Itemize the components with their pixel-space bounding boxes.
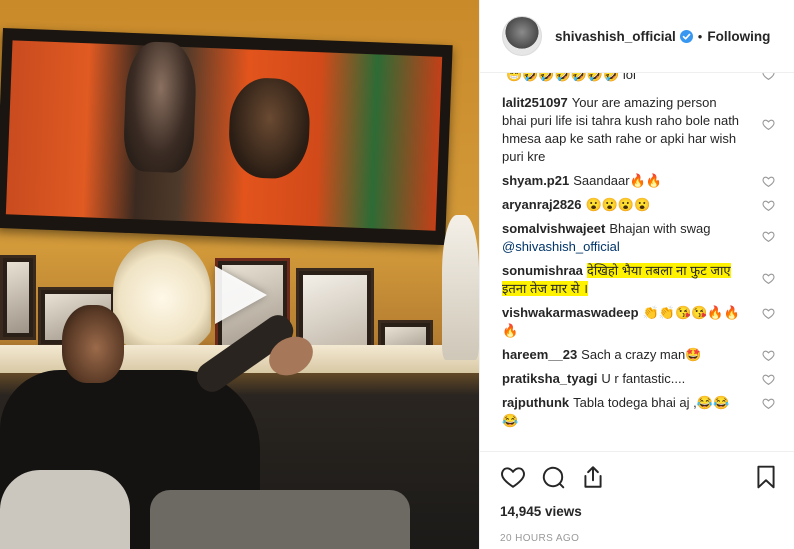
play-icon[interactable]	[207, 262, 273, 328]
comment: vishwakarmaswadeep 👏👏😘😘🔥🔥🔥	[502, 304, 779, 340]
action-icons	[500, 462, 779, 492]
verified-badge-icon	[679, 29, 693, 43]
peacock-sculpture	[113, 238, 211, 348]
comment-text: 😁🤣🤣🤣🤣🤣🤣 lol	[506, 73, 636, 82]
comment-username[interactable]: vishwakarmaswadeep	[502, 305, 639, 320]
wall-painting	[0, 28, 453, 246]
photo-frame	[0, 255, 36, 340]
separator-dot: •	[697, 28, 703, 44]
heart-icon[interactable]	[762, 272, 775, 285]
comment-username[interactable]: hareem__23	[502, 347, 577, 362]
comment: pratiksha_tyagi U r fantastic....	[502, 370, 779, 388]
comment: shyam.p21 Saandaar🔥🔥	[502, 172, 779, 190]
comment: lalit251097 Your are amazing person bhai …	[502, 94, 779, 166]
heart-icon[interactable]	[762, 230, 775, 243]
comment-list[interactable]: 😁🤣🤣🤣🤣🤣🤣 lol lalit251097 Your are amazing …	[480, 73, 794, 451]
post-timestamp[interactable]: 20 HOURS AGO	[500, 533, 779, 544]
comment: hareem__23 Sach a crazy man🤩	[502, 346, 779, 364]
heart-icon[interactable]	[762, 307, 775, 320]
person-head	[62, 305, 124, 383]
comment-username[interactable]: sonumishraa	[502, 263, 583, 278]
comment-text: 😮😮😮😮	[585, 197, 651, 212]
comment: aryanraj2826 😮😮😮😮	[502, 196, 779, 214]
comment: rajputhunk Tabla todega bhai aj ,😂😂😂	[502, 394, 779, 430]
comment: 😁🤣🤣🤣🤣🤣🤣 lol	[502, 73, 779, 84]
foreground-knee	[0, 470, 130, 549]
comment-username[interactable]: lalit251097	[502, 95, 568, 110]
heart-icon[interactable]	[762, 199, 775, 212]
comment-username[interactable]: pratiksha_tyagi	[502, 371, 597, 386]
comment-text: Sach a crazy man🤩	[581, 347, 702, 362]
heart-icon[interactable]	[762, 349, 775, 362]
view-count[interactable]: 14,945 views	[500, 504, 779, 519]
heart-icon[interactable]	[762, 175, 775, 188]
statue	[442, 215, 479, 360]
heart-icon[interactable]	[762, 397, 775, 410]
post-header: shivashish_official • Following	[480, 0, 794, 73]
comment-text: U r fantastic....	[601, 371, 686, 386]
comment-username[interactable]: rajputhunk	[502, 395, 569, 410]
comment-text: Bhajan with swag	[609, 221, 711, 236]
share-icon[interactable]	[580, 464, 606, 490]
comment-username[interactable]: aryanraj2826	[502, 197, 582, 212]
heart-icon[interactable]	[500, 464, 526, 490]
heart-icon[interactable]	[762, 118, 775, 131]
following-button[interactable]: Following	[707, 29, 770, 44]
heart-icon[interactable]	[762, 373, 775, 386]
avatar[interactable]	[502, 16, 542, 56]
comment-username[interactable]: shyam.p21	[502, 173, 569, 188]
comment-mention[interactable]: @shivashish_official	[502, 239, 620, 254]
post-actions: 14,945 views 20 HOURS AGO	[480, 451, 794, 549]
bookmark-icon[interactable]	[753, 464, 779, 490]
comment-text: Saandaar🔥🔥	[573, 173, 662, 188]
comment-icon[interactable]	[540, 464, 566, 490]
comment-username[interactable]: somalvishwajeet	[502, 221, 605, 236]
post-video[interactable]	[0, 0, 479, 549]
comment: somalvishwajeet Bhajan with swag @shivash…	[502, 220, 779, 256]
comment: sonumishraa देखिहो भैया तबला ना फुट जाए इ…	[502, 262, 779, 298]
heart-icon[interactable]	[762, 73, 775, 81]
post-sidebar: shivashish_official • Following 😁🤣🤣🤣🤣🤣🤣 …	[479, 0, 794, 549]
post-username[interactable]: shivashish_official	[555, 29, 676, 44]
couch	[150, 490, 410, 549]
